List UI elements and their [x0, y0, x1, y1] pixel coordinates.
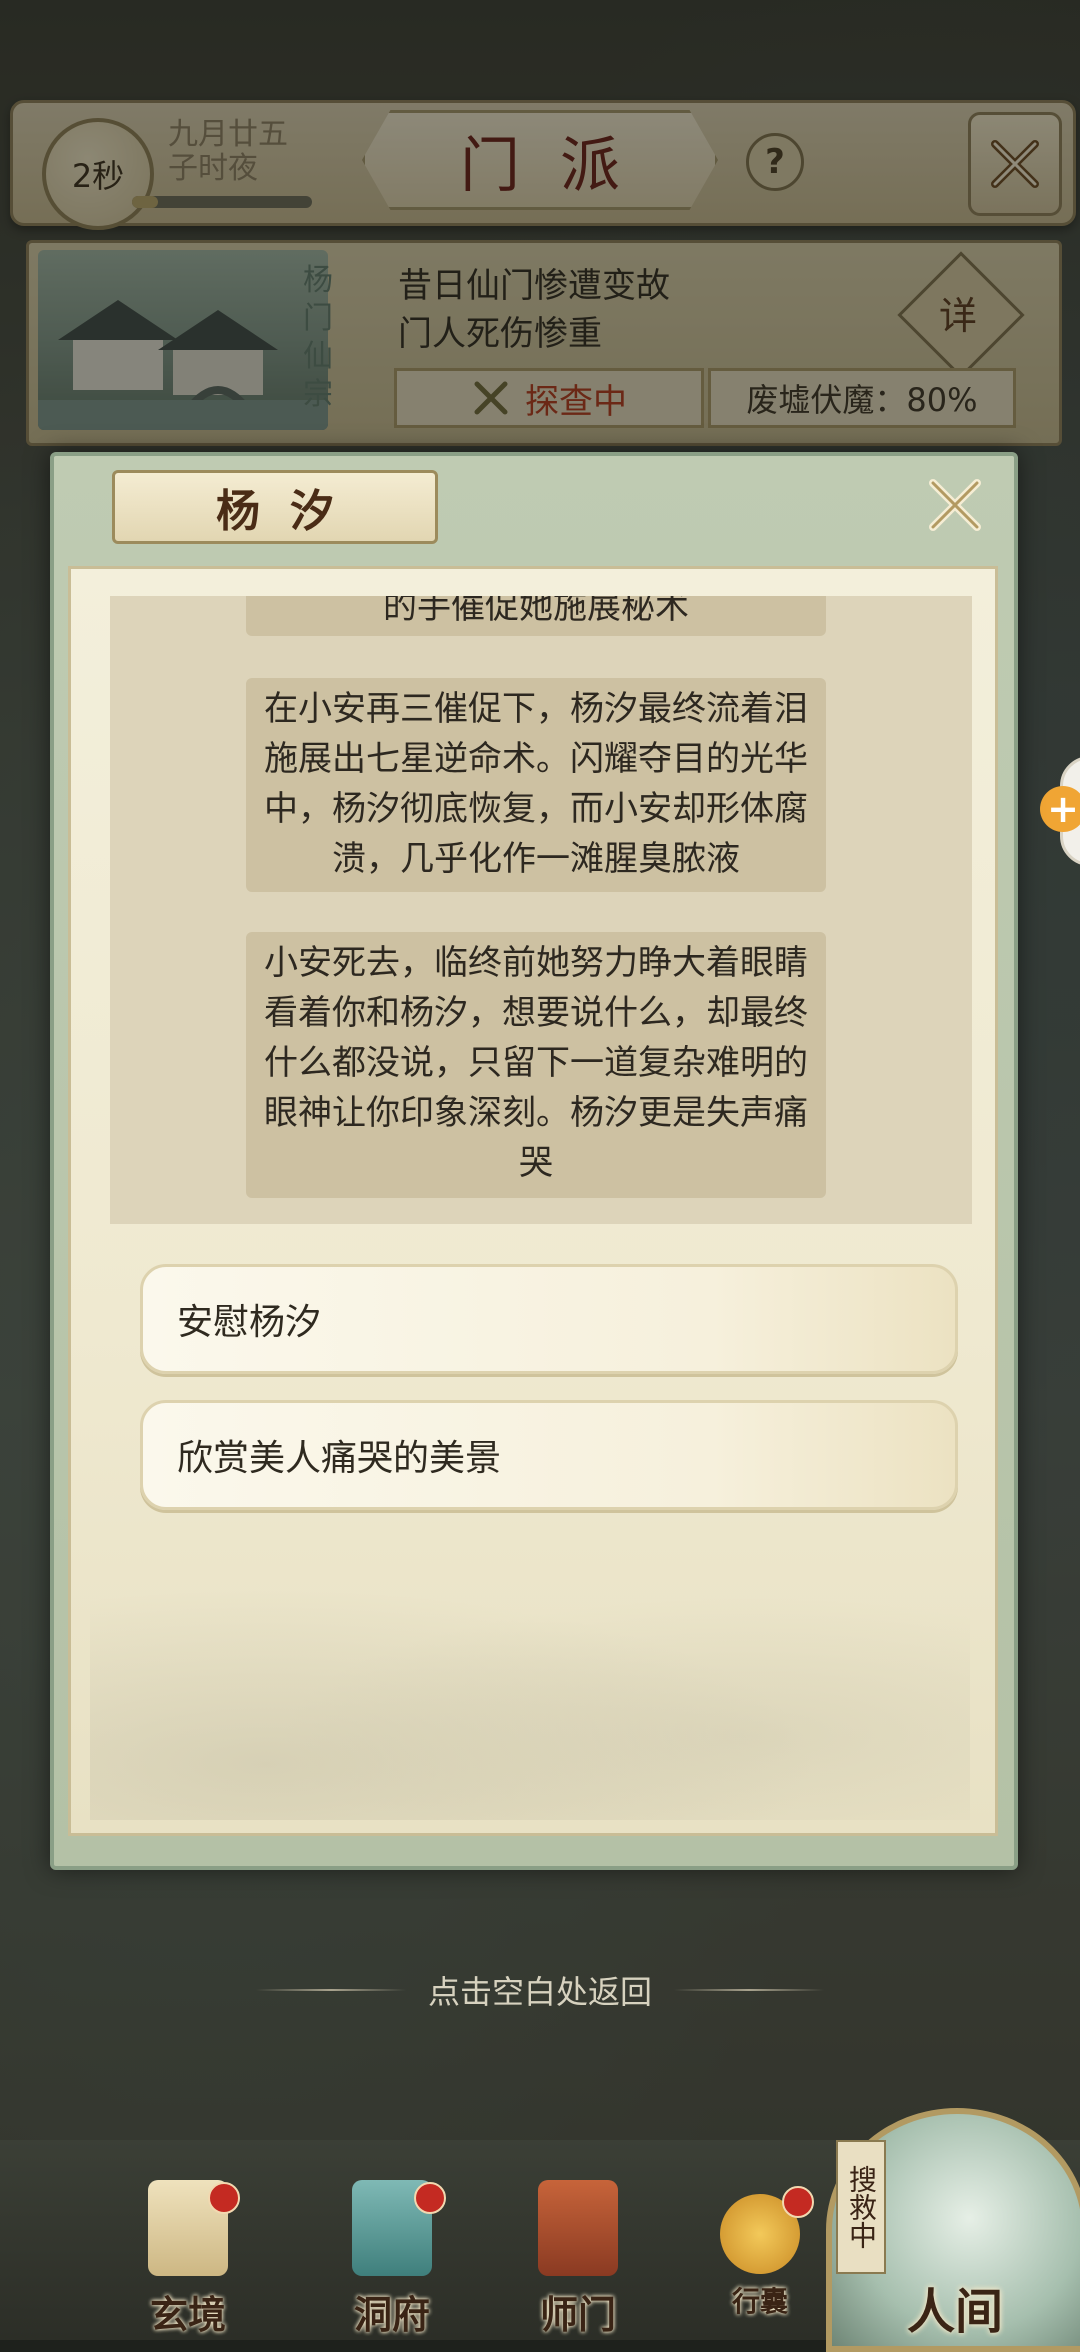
nav-item-shimen[interactable]: 师门 [508, 2180, 648, 2337]
story-bubble: 的手催促她施展秘术 [246, 596, 826, 636]
dialog-title: 杨汐 [112, 470, 438, 544]
nav-item-xingnang[interactable]: 行囊 [690, 2180, 830, 2330]
search-rescue-tag: 搜救中 [836, 2140, 886, 2274]
nav-item-xuanjing[interactable]: 玄境 [118, 2180, 258, 2337]
nav-label: 行囊 [731, 2285, 788, 2318]
return-hint[interactable]: 点击空白处返回 [200, 1962, 880, 2018]
story-bubble: 在小安再三催促下，杨汐最终流着泪施展出七星逆命术。闪耀夺目的光华中，杨汐彻底恢复… [246, 678, 826, 892]
hint-divider [674, 1989, 824, 1991]
notification-badge [782, 2186, 814, 2218]
hint-divider [255, 1989, 406, 1991]
crossed-swords-close-icon [929, 479, 981, 531]
plus-icon[interactable]: + [1040, 786, 1080, 832]
nav-label: 玄境 [149, 2292, 226, 2337]
story-bubble: 小安死去，临终前她努力睁大着眼睛看着你和杨汐，想要说什么，却最终什么都没说，只留… [246, 932, 826, 1198]
choice-comfort[interactable]: 安慰杨汐 [140, 1264, 958, 1374]
nav-label: 洞府 [353, 2292, 430, 2337]
world-label: 人间 [906, 2284, 1003, 2340]
dialog-close-button[interactable] [920, 470, 990, 540]
choice-admire[interactable]: 欣赏美人痛哭的美景 [140, 1400, 958, 1510]
notification-badge [414, 2182, 446, 2214]
notification-badge [208, 2182, 240, 2214]
nav-label: 师门 [539, 2292, 616, 2337]
nav-item-dongfu[interactable]: 洞府 [322, 2180, 462, 2337]
return-hint-label: 点击空白处返回 [427, 1973, 652, 2011]
mountain-mist-decoration [90, 1540, 970, 1820]
banner-icon [538, 2180, 618, 2276]
story-log[interactable]: 的手催促她施展秘术 在小安再三催促下，杨汐最终流着泪施展出七星逆命术。闪耀夺目的… [110, 596, 972, 1224]
